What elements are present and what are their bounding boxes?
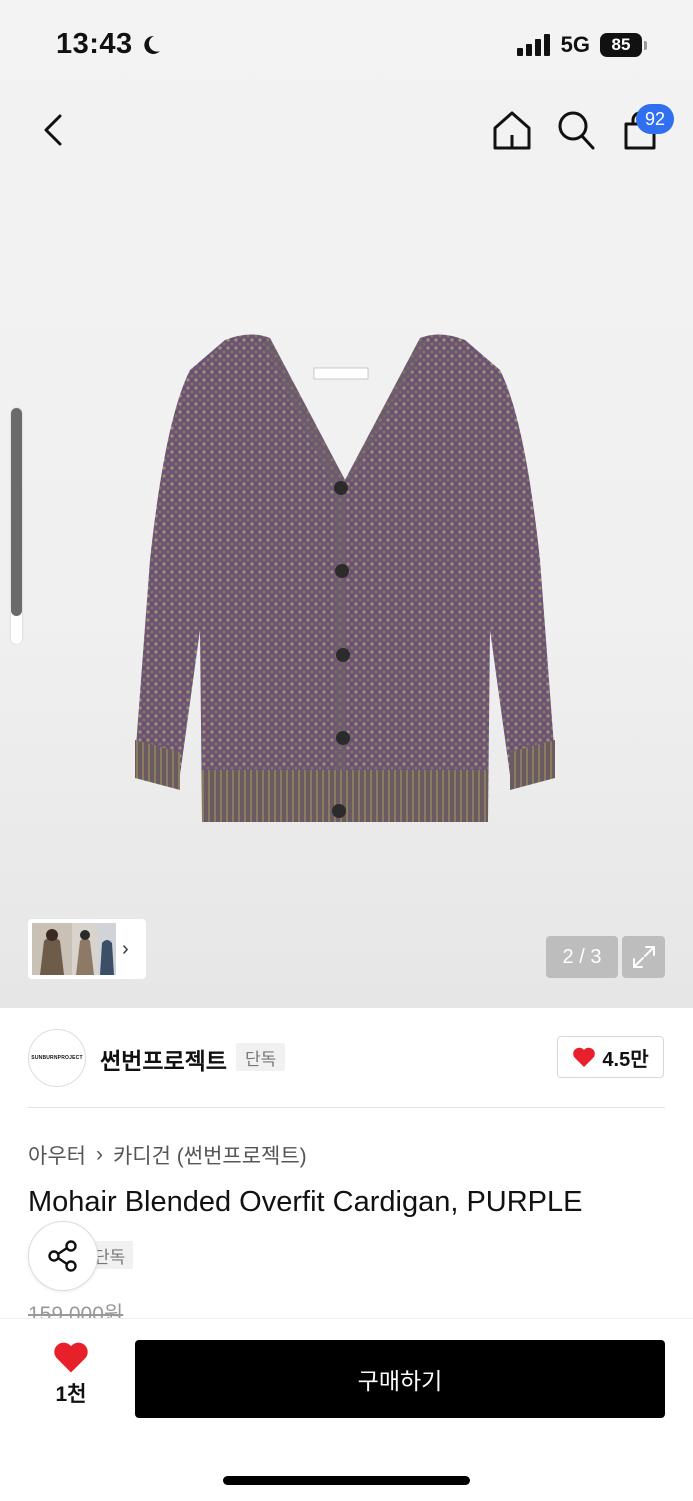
time-label: 13:43 [56, 28, 133, 60]
buy-button[interactable]: 구매하기 [135, 1340, 665, 1418]
breadcrumb: 아우터 › 카디건 (썬번프로젝트) [28, 1140, 307, 1170]
thumbnail-images[interactable] [32, 923, 116, 975]
brand-like-count: 4.5만 [602, 1048, 649, 1071]
home-indicator[interactable] [223, 1476, 470, 1485]
expand-button[interactable] [622, 936, 665, 978]
brand-logo[interactable]: SUNBURNPROJECT [28, 1029, 86, 1087]
status-indicators: 5G 85 [516, 32, 647, 58]
status-time: 13:43 [56, 28, 163, 61]
battery-icon: 85 [600, 33, 647, 57]
thumbnail-strip[interactable]: › [28, 919, 146, 979]
product-like-count: 1천 [55, 1383, 87, 1406]
back-icon[interactable] [36, 108, 76, 152]
brand-like-button[interactable]: 4.5만 [557, 1036, 664, 1078]
product-image[interactable] [130, 330, 560, 850]
product-title: Mohair Blended Overfit Cardigan, PURPLE [28, 1186, 583, 1218]
product-gallery[interactable]: 13:43 5G 85 92 › 2 / 3 [0, 0, 693, 1008]
battery-level: 85 [600, 33, 642, 57]
moon-icon [143, 35, 160, 54]
home-icon[interactable] [490, 108, 534, 152]
signal-icon [516, 34, 550, 56]
heart-icon [573, 1047, 596, 1067]
brand-name[interactable]: 썬번프로젝트 [100, 1042, 227, 1076]
breadcrumb-child[interactable]: 카디건 (썬번프로젝트) [113, 1140, 307, 1170]
share-button[interactable] [28, 1221, 98, 1291]
chevron-right-icon: › [122, 937, 129, 960]
chevron-right-icon: › [95, 1143, 103, 1166]
expand-icon [632, 946, 655, 968]
share-icon [48, 1240, 77, 1272]
breadcrumb-parent[interactable]: 아우터 [28, 1140, 86, 1170]
image-scroll-indicator [11, 408, 22, 644]
product-like-button[interactable]: 1천 [48, 1340, 94, 1408]
cart-badge: 92 [636, 104, 674, 134]
heart-icon [54, 1342, 88, 1373]
exclusive-badge: 단독 [236, 1043, 286, 1071]
network-label: 5G [560, 32, 590, 57]
image-counter: 2 / 3 [546, 936, 618, 978]
divider [28, 1107, 665, 1108]
search-icon[interactable] [555, 108, 597, 152]
